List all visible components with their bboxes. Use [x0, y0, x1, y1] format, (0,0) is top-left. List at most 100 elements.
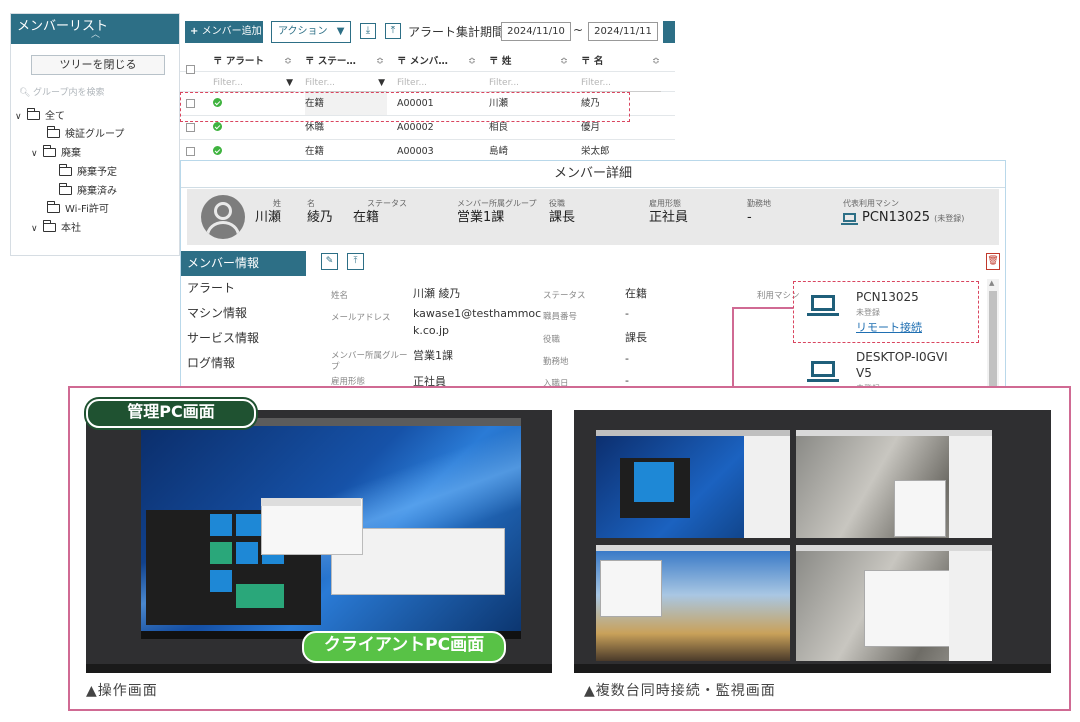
caption-operation: ▲操作画面 [86, 683, 158, 699]
avatar [201, 195, 245, 239]
staff-number-value: - [625, 307, 629, 320]
email-field-label: メールアドレス [331, 313, 391, 323]
column-last-name-header[interactable]: 〒 姓 [489, 50, 511, 73]
date-to-input[interactable]: 2024/11/11 [588, 22, 658, 41]
sort-icon[interactable]: ≎ [376, 50, 384, 73]
menu-service-info[interactable]: サービス情報 [181, 326, 306, 351]
trash-icon[interactable]: 🗑︎ [986, 253, 1000, 270]
column-member-id-header[interactable]: 〒 メンバ… [397, 50, 448, 73]
upload-icon[interactable]: ⤒ [385, 23, 401, 39]
alert-period-label: アラート集計期間 [408, 25, 505, 39]
edit-icon[interactable]: ✎ [321, 253, 338, 270]
laptop-icon [807, 361, 839, 383]
expand-chevron-icon[interactable]: ∨ [15, 108, 27, 126]
group-search-input[interactable]: 🔍︎ グループ内を検索 [19, 84, 169, 102]
folder-icon [47, 126, 60, 138]
detail-menu: メンバー情報 アラート マシン情報 サービス情報 ログ情報 [181, 251, 306, 376]
status-label: ステータス [367, 199, 407, 208]
row-checkbox[interactable] [186, 123, 195, 132]
group-field-value: 営業1課 [413, 349, 453, 362]
tree-toggle-button[interactable]: ツリーを閉じる [31, 55, 165, 75]
tree-node-label: 本社 [61, 223, 81, 234]
menu-log-info[interactable]: ログ情報 [181, 351, 306, 376]
sidebar-header: メンバーリスト ︿ [11, 14, 179, 44]
table-header-row: 〒 アラート ≎ 〒 ステー… ≎ 〒 メンバ… ≎ 〒 姓 ≎ 〒 名 ≎ [180, 50, 675, 74]
column-status-header[interactable]: 〒 ステー… [305, 50, 356, 73]
member-summary: 姓川瀬 名綾乃 ステータス 在籍 メンバー所属グループ 営業1課 役職 課長 雇用形態… [187, 189, 999, 245]
member-id-filter[interactable]: Filter... [397, 76, 477, 92]
role-field-value: 課長 [625, 331, 647, 344]
expand-chevron-icon[interactable]: ∨ [31, 145, 43, 163]
tree-node-label: 検証グループ [65, 129, 125, 140]
tree-node-disposal[interactable]: ∨ 廃棄 [31, 145, 81, 163]
employment-label: 雇用形態 [649, 199, 681, 208]
sort-icon[interactable]: ≎ [468, 50, 476, 73]
folder-open-icon [43, 220, 56, 232]
sort-icon[interactable]: ≎ [560, 50, 568, 73]
group-value: 営業1課 [457, 210, 505, 225]
action-dropdown[interactable]: アクション ▼ [271, 21, 351, 43]
laptop-icon [841, 213, 858, 225]
search-placeholder: グループ内を検索 [33, 88, 105, 98]
name-field-value: 川瀬 綾乃 [413, 287, 461, 300]
tree-node-wifi[interactable]: Wi-Fi許可 [47, 201, 109, 219]
last-name-filter[interactable]: Filter... [489, 76, 569, 92]
last-name-value: 川瀬 [255, 210, 282, 225]
tree-node-verification-group[interactable]: 検証グループ [47, 126, 124, 144]
expand-chevron-icon[interactable]: ∨ [31, 220, 43, 238]
group-label: メンバー所属グループ [457, 199, 537, 208]
first-name-filter[interactable]: Filter... [581, 76, 661, 92]
tree-node-label: 廃棄済み [77, 186, 117, 197]
tree-node-label: 廃棄予定 [77, 167, 117, 178]
alert-filter[interactable]: Filter... ▼ [213, 76, 295, 92]
sort-icon[interactable]: ≎ [652, 50, 660, 73]
upload-icon[interactable]: ⤒ [347, 253, 364, 270]
menu-alert[interactable]: アラート [181, 276, 306, 301]
primary-machine-link[interactable]: PCN13025 (未登録) [841, 209, 964, 228]
name-field-label: 姓名 [331, 291, 349, 301]
tree-node-label: 全て [45, 111, 65, 122]
status-ok-icon [213, 122, 222, 131]
group-field-label-cont: プ [331, 362, 340, 372]
folder-open-icon [27, 108, 40, 120]
tree-node-label: Wi-Fi許可 [65, 204, 109, 215]
date-from-input[interactable]: 2024/11/10 [501, 22, 571, 41]
member-list-sidebar: メンバーリスト ︿ ツリーを閉じる 🔍︎ グループ内を検索 ∨ 全て 検証グループ … [10, 13, 180, 256]
menu-machine-info[interactable]: マシン情報 [181, 301, 306, 326]
add-member-button[interactable]: + メンバー追加 [185, 21, 263, 43]
column-alert-header[interactable]: 〒 アラート [213, 50, 264, 73]
tree-node-headquarters[interactable]: ∨ 本社 [31, 220, 81, 238]
folder-icon [47, 201, 60, 213]
collapse-caret-icon[interactable]: ︿ [91, 30, 100, 40]
screenshot-gallery: クライアントPC画面 管理PC画面 ▲操作画面 ▲複数台同時接続・監視画面 [68, 386, 1071, 711]
tree-node-disposed[interactable]: 廃棄済み [59, 183, 117, 201]
apply-period-button[interactable] [663, 21, 675, 43]
status-field-value: 在籍 [625, 287, 647, 300]
machine-list-scrollbar[interactable]: ▲ [987, 279, 999, 393]
office-field-label: 勤務地 [543, 357, 569, 367]
admin-pc-badge: 管理PC画面 [86, 399, 256, 428]
status-filter[interactable]: Filter... ▼ [305, 76, 387, 92]
operation-screenshot: クライアントPC画面 [86, 410, 552, 673]
status-ok-icon [213, 146, 222, 155]
tree-node-all[interactable]: ∨ 全て [15, 108, 65, 126]
action-label: アクション [278, 26, 328, 37]
first-name-value: 綾乃 [307, 210, 334, 225]
download-icon[interactable]: ⤓ [360, 23, 376, 39]
folder-icon [59, 183, 72, 195]
menu-member-info[interactable]: メンバー情報 [181, 251, 306, 276]
column-first-name-header[interactable]: 〒 名 [581, 50, 603, 73]
role-field-label: 役職 [543, 335, 561, 345]
sort-icon[interactable]: ≎ [284, 50, 292, 73]
first-name-label: 名 [307, 199, 315, 208]
tree-node-disposal-planned[interactable]: 廃棄予定 [59, 164, 117, 182]
detail-title: メンバー詳細 [181, 161, 1005, 188]
status-value: 在籍 [353, 210, 380, 225]
primary-machine-label: 代表利用マシン [843, 199, 899, 208]
tree-node-label: 廃棄 [61, 148, 81, 159]
role-label: 役職 [549, 199, 565, 208]
status-field-label: ステータス [543, 291, 586, 301]
row-checkbox[interactable] [186, 147, 195, 156]
date-separator: ~ [573, 23, 584, 37]
plus-icon: + [190, 26, 199, 37]
